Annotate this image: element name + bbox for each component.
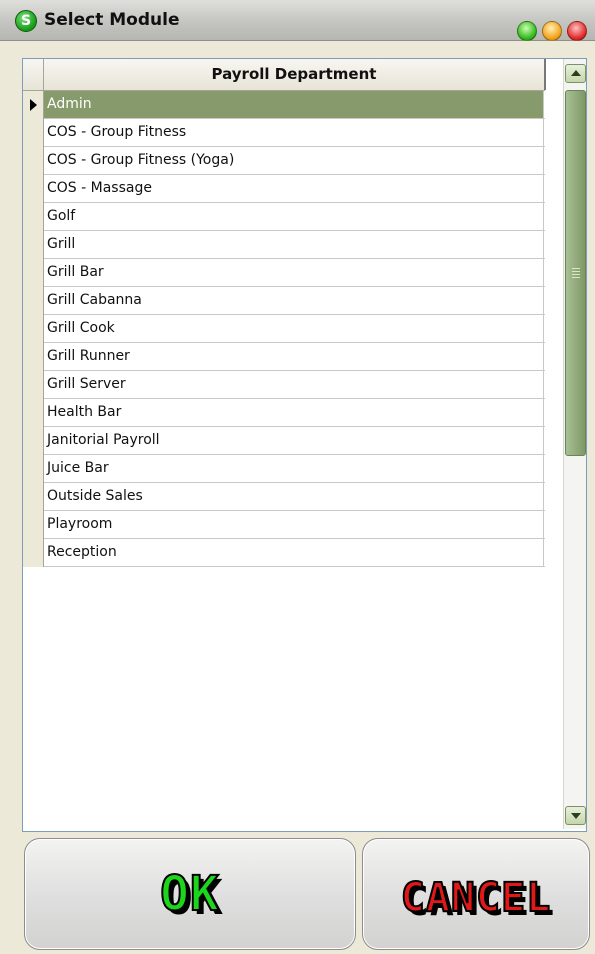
table-row[interactable]: Playroom [23,511,545,539]
table-row[interactable]: COS - Massage [23,175,545,203]
row-indicator-cell[interactable] [23,371,44,399]
payroll-department-cell[interactable]: COS - Group Fitness [44,119,544,146]
table-row[interactable]: Grill [23,231,545,259]
ok-button-label: OK [159,866,220,922]
payroll-department-cell[interactable]: Grill Cook [44,315,544,342]
table-row[interactable]: Reception [23,539,545,567]
grid-header-row: Payroll Department [23,59,546,91]
payroll-department-cell[interactable]: Grill [44,231,544,258]
table-row[interactable]: Health Bar [23,399,545,427]
payroll-department-cell[interactable]: Health Bar [44,399,544,426]
grid-rows: Admin COS - Group Fitness COS - Group Fitn… [23,91,545,567]
table-row[interactable]: Admin [23,91,545,119]
column-header-payroll-department[interactable]: Payroll Department [44,59,546,90]
table-row[interactable]: COS - Group Fitness (Yoga) [23,147,545,175]
cancel-button-label: CANCEL [400,874,552,922]
payroll-department-cell[interactable]: Outside Sales [44,483,544,510]
payroll-department-cell[interactable]: Grill Server [44,371,544,398]
payroll-department-cell[interactable]: Reception [44,539,544,566]
row-indicator-cell[interactable] [23,455,44,483]
row-indicator-cell[interactable] [23,539,44,567]
row-indicator-cell[interactable] [23,203,44,231]
payroll-department-cell[interactable]: Admin [44,91,544,118]
payroll-department-cell[interactable]: Grill Cabanna [44,287,544,314]
grip-icon [572,268,580,278]
row-indicator-cell[interactable] [23,287,44,315]
row-indicator-cell[interactable] [23,91,44,119]
payroll-department-cell[interactable]: COS - Massage [44,175,544,202]
row-indicator-cell[interactable] [23,427,44,455]
row-indicator-cell[interactable] [23,511,44,539]
scroll-down-button[interactable] [565,806,586,825]
payroll-department-cell[interactable]: Juice Bar [44,455,544,482]
table-row[interactable]: Grill Server [23,371,545,399]
row-indicator-cell[interactable] [23,259,44,287]
header-indicator-cell [23,59,44,90]
row-indicator-cell[interactable] [23,147,44,175]
title-bar[interactable]: S Select Module [0,0,595,41]
chevron-down-icon [571,813,581,819]
table-row[interactable]: Grill Cabanna [23,287,545,315]
scroll-up-button[interactable] [565,64,586,83]
scrollbar-thumb[interactable] [565,90,586,456]
payroll-department-cell[interactable]: Grill Runner [44,343,544,370]
app-logo-icon: S [15,10,37,32]
table-row[interactable]: COS - Group Fitness [23,119,545,147]
row-indicator-cell[interactable] [23,231,44,259]
table-row[interactable]: Grill Runner [23,343,545,371]
table-row[interactable]: Grill Bar [23,259,545,287]
row-indicator-cell[interactable] [23,343,44,371]
ok-button[interactable]: OK [24,838,356,950]
close-button[interactable] [567,21,587,41]
row-indicator-cell[interactable] [23,315,44,343]
window-title: Select Module [44,10,180,30]
row-indicator-cell[interactable] [23,399,44,427]
table-row[interactable]: Grill Cook [23,315,545,343]
table-row[interactable]: Outside Sales [23,483,545,511]
select-module-window: S Select Module Payroll Department Admin… [0,0,595,954]
row-indicator-cell[interactable] [23,175,44,203]
table-row[interactable]: Janitorial Payroll [23,427,545,455]
maximize-button[interactable] [517,21,537,41]
cancel-button[interactable]: CANCEL [362,838,590,950]
table-row[interactable]: Juice Bar [23,455,545,483]
row-indicator-cell[interactable] [23,483,44,511]
row-indicator-cell[interactable] [23,119,44,147]
vertical-scrollbar[interactable] [563,59,586,829]
payroll-department-cell[interactable]: COS - Group Fitness (Yoga) [44,147,544,174]
table-row[interactable]: Golf [23,203,545,231]
current-row-pointer-icon [30,99,37,111]
payroll-department-cell[interactable]: Golf [44,203,544,230]
chevron-up-icon [571,70,581,76]
payroll-department-cell[interactable]: Grill Bar [44,259,544,286]
payroll-department-cell[interactable]: Playroom [44,511,544,538]
payroll-department-cell[interactable]: Janitorial Payroll [44,427,544,454]
minimize-button[interactable] [542,21,562,41]
payroll-department-grid: Payroll Department Admin COS - Group Fitn… [22,58,587,832]
